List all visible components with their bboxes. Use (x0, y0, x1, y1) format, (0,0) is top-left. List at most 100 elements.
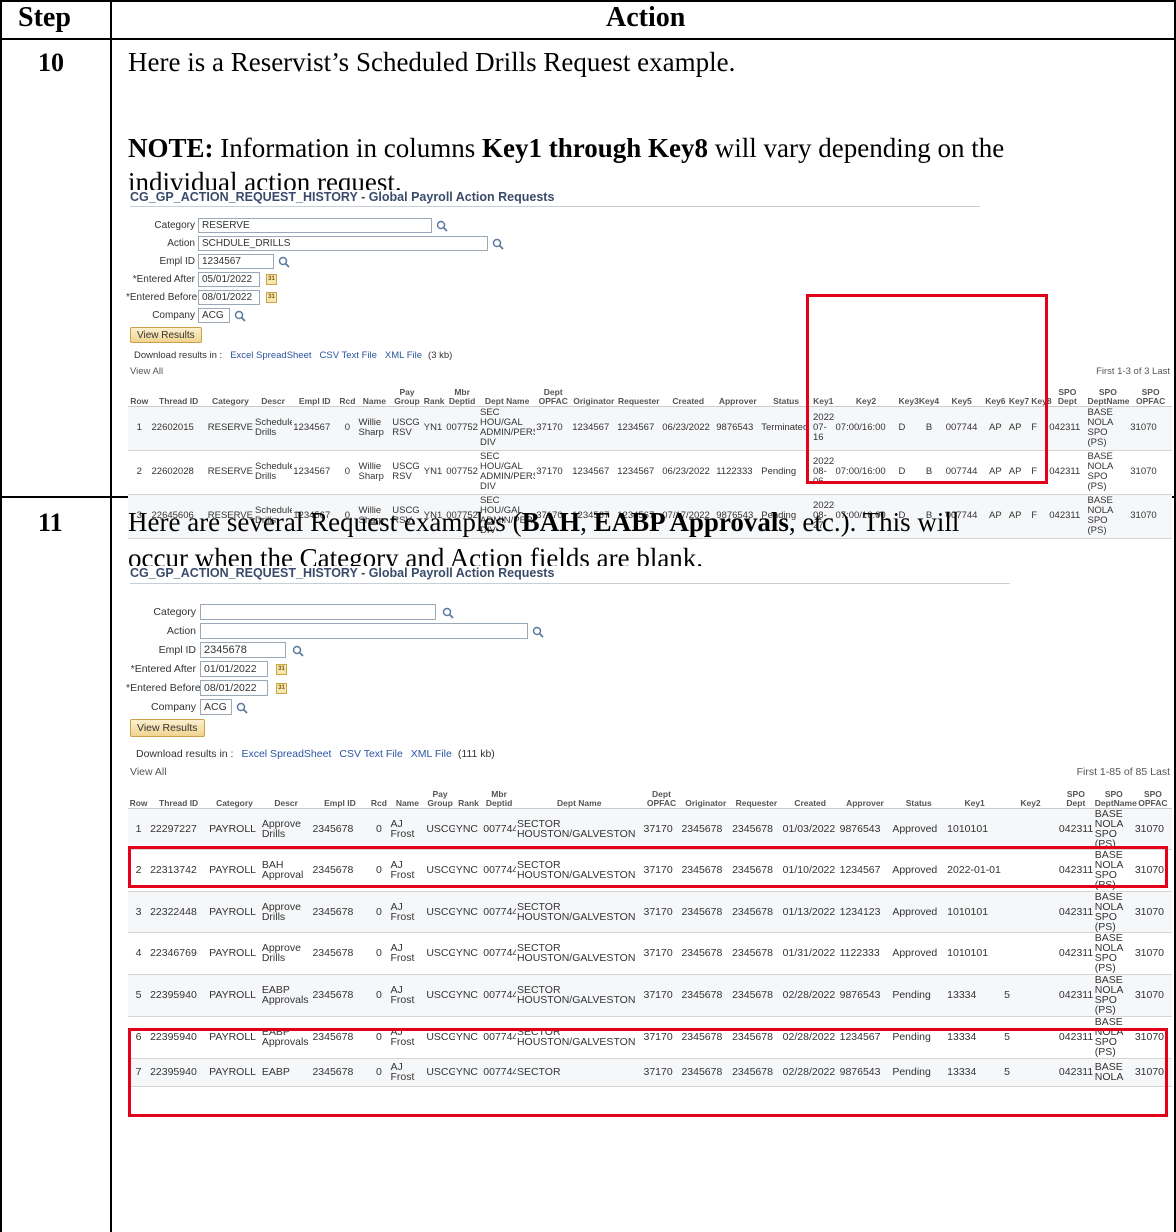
category-field[interactable]: RESERVE (198, 218, 432, 233)
cell-spo-deptname: BASE NOLA SPO (PS) (1093, 1016, 1134, 1059)
view-all-link[interactable]: View All (130, 766, 167, 778)
col-header-name[interactable]: Name (389, 780, 426, 809)
action-lookup-icon[interactable] (492, 238, 504, 250)
pager[interactable]: First 1-85 of 85 Last (1077, 766, 1170, 778)
view-results-button[interactable]: View Results (130, 719, 205, 737)
col-header-rank[interactable]: Rank (422, 380, 446, 407)
entered-before-calendar-icon[interactable]: 31 (266, 292, 277, 303)
cell-descr: Approve Drills (260, 808, 312, 850)
col-header-spo-opfac[interactable]: SPO OPFAC (1129, 380, 1172, 407)
cell-key2: 07:00/16:00 (834, 406, 898, 451)
col-header-dept-opfac[interactable]: Dept OPFAC (535, 380, 572, 407)
xml-link[interactable]: XML File (385, 350, 422, 361)
cell-dept-name: SECTOR HOUSTON/GALVESTON (515, 1016, 643, 1059)
action-field[interactable] (200, 623, 528, 639)
csv-link[interactable]: CSV Text File (320, 350, 377, 361)
cell-row: 7 (128, 1058, 150, 1087)
col-header-rcd[interactable]: Rcd (337, 380, 358, 407)
col-header-key2[interactable]: Key2 (834, 380, 898, 407)
action-field[interactable]: SCHDULE_DRILLS (198, 236, 488, 251)
category-lookup-icon[interactable] (436, 220, 448, 232)
view-all-link[interactable]: View All (130, 366, 163, 377)
col-header-key4[interactable]: Key4 (917, 380, 941, 407)
col-header-descr[interactable]: Descr (254, 380, 293, 407)
entered-after-field[interactable]: 05/01/2022 (198, 272, 260, 287)
emplid-field[interactable]: 2345678 (200, 642, 286, 658)
cell-dept-name: SECTOR (515, 1058, 643, 1087)
col-header-created[interactable]: Created (661, 380, 716, 407)
company-lookup-icon[interactable] (234, 310, 246, 322)
cell-spo-dept: 042311 (1057, 849, 1094, 892)
col-header-key7[interactable]: Key7 (1007, 380, 1031, 407)
col-header-rcd[interactable]: Rcd (368, 780, 390, 809)
col-header-approver[interactable]: Approver (838, 780, 892, 809)
step10-note: NOTE: Information in columns Key1 throug… (128, 133, 1005, 163)
excel-link[interactable]: Excel SpreadSheet (241, 748, 331, 760)
col-header-created[interactable]: Created (781, 780, 839, 809)
col-header-key6[interactable]: Key6 (983, 380, 1008, 407)
col-header-key3[interactable]: Key3 (897, 380, 919, 407)
col-header-dept-name[interactable]: Dept Name (479, 380, 536, 407)
download-links: Download results in : Excel SpreadSheet CS… (136, 748, 495, 760)
col-header-key5[interactable]: Key5 (940, 380, 983, 407)
col-header-spo-dept[interactable]: SPO Dept (1048, 380, 1087, 407)
cell-spo-deptname: BASE NOLA SPO (PS) (1086, 450, 1130, 495)
entered-before-calendar-icon[interactable]: 31 (276, 683, 287, 694)
view-results-button[interactable]: View Results (130, 327, 202, 343)
entered-before-field[interactable]: 08/01/2022 (200, 680, 268, 696)
col-header-mbr-deptid[interactable]: Mbr Deptid (482, 780, 516, 809)
col-header-mbr-deptid[interactable]: Mbr Deptid (445, 380, 479, 407)
emplid-field[interactable]: 1234567 (198, 254, 274, 269)
col-header-key1[interactable]: Key1 (946, 780, 1004, 809)
pager[interactable]: First 1-3 of 3 Last (1096, 366, 1170, 377)
action-lookup-icon[interactable] (532, 626, 544, 638)
company-field[interactable]: ACG (200, 699, 232, 715)
col-header-empl-id[interactable]: Empl ID (292, 380, 338, 407)
company-lookup-icon[interactable] (236, 702, 248, 714)
col-header-empl-id[interactable]: Empl ID (311, 780, 369, 809)
xml-link[interactable]: XML File (411, 748, 452, 760)
col-header-category[interactable]: Category (208, 780, 261, 809)
col-header-requester[interactable]: Requester (616, 380, 662, 407)
col-header-name[interactable]: Name (357, 380, 392, 407)
col-header-thread-id[interactable]: Thread ID (150, 380, 207, 407)
col-header-row[interactable]: Row (128, 380, 151, 407)
col-header-descr[interactable]: Descr (260, 780, 312, 809)
col-header-spo-opfac[interactable]: SPO OPFAC (1133, 780, 1172, 809)
excel-link[interactable]: Excel SpreadSheet (230, 350, 311, 361)
col-header-thread-id[interactable]: Thread ID (149, 780, 209, 809)
col-header-dept-name[interactable]: Dept Name (515, 780, 643, 809)
cell-mbr-deptid: 007744 (482, 974, 516, 1017)
col-header-key2[interactable]: Key2 (1003, 780, 1058, 809)
col-header-spo-dept[interactable]: SPO Dept (1057, 780, 1094, 809)
cell-spo-opfac: 31070 (1133, 1016, 1172, 1059)
col-header-rank[interactable]: Rank (454, 780, 483, 809)
csv-link[interactable]: CSV Text File (339, 748, 402, 760)
col-header-requester[interactable]: Requester (731, 780, 782, 809)
cell-originator: 1234567 (571, 406, 617, 451)
entered-after-calendar-icon[interactable]: 31 (266, 274, 277, 285)
entered-after-calendar-icon[interactable]: 31 (276, 664, 287, 675)
col-header-originator[interactable]: Originator (680, 780, 732, 809)
cell-spo-opfac: 31070 (1133, 932, 1172, 975)
col-header-dept-opfac[interactable]: Dept OPFAC (642, 780, 681, 809)
entered-after-field[interactable]: 01/01/2022 (200, 661, 268, 677)
company-field[interactable]: ACG (198, 308, 230, 323)
col-header-row[interactable]: Row (128, 780, 150, 809)
emplid-lookup-icon[interactable] (278, 256, 290, 268)
col-header-key1[interactable]: Key1 (812, 380, 835, 407)
category-field[interactable] (200, 604, 436, 620)
category-lookup-icon[interactable] (442, 607, 454, 619)
col-header-pay-group[interactable]: Pay Group (391, 380, 423, 407)
col-header-originator[interactable]: Originator (571, 380, 617, 407)
emplid-lookup-icon[interactable] (292, 645, 304, 657)
col-header-pay-group[interactable]: Pay Group (425, 780, 455, 809)
col-header-key8[interactable]: Key8 (1030, 380, 1052, 407)
col-header-approver[interactable]: Approver (715, 380, 761, 407)
entered-before-field[interactable]: 08/01/2022 (198, 290, 260, 305)
col-header-spo-deptname[interactable]: SPO DeptName (1093, 780, 1137, 809)
col-header-status[interactable]: Status (891, 780, 947, 809)
col-header-status[interactable]: Status (760, 380, 812, 407)
col-header-spo-deptname[interactable]: SPO DeptName (1086, 380, 1130, 407)
col-header-category[interactable]: Category (206, 380, 254, 407)
